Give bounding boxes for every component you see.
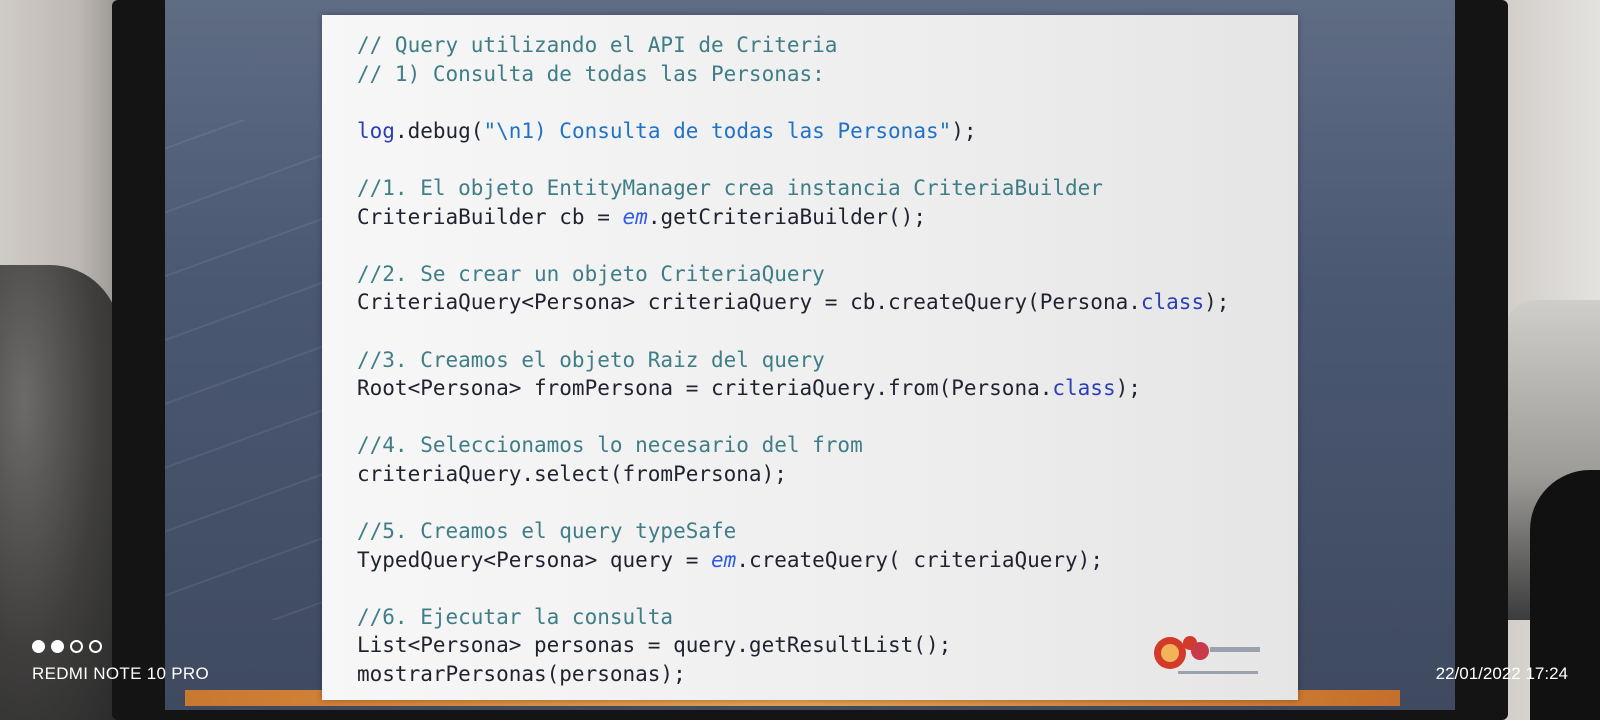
code-call-end: ); xyxy=(951,118,977,143)
code-line: //2. Se crear un objeto CriteriaQuery xyxy=(357,260,1278,289)
camera-model-label: REDMI NOTE 10 PRO xyxy=(32,664,210,683)
dot-icon xyxy=(70,640,83,653)
code-comment: // 1) Consulta de todas las Personas: xyxy=(357,61,825,86)
code-slide: // Query utilizando el API de Criteria //… xyxy=(322,15,1298,700)
code-comment: //2. Se crear un objeto CriteriaQuery xyxy=(357,261,825,286)
code-comment: // Query utilizando el API de Criteria xyxy=(357,33,838,57)
code-statement: criteriaQuery.select(fromPersona); xyxy=(357,461,787,486)
code-call-end: ); xyxy=(1204,290,1230,315)
mentoring-logo-icon xyxy=(1154,636,1260,674)
code-keyword: class xyxy=(1052,376,1116,401)
code-line: // Query utilizando el API de Criteria xyxy=(357,31,1278,60)
code-block: // Query utilizando el API de Criteria //… xyxy=(357,31,1278,689)
dot-icon xyxy=(89,640,102,653)
code-field: em xyxy=(711,547,737,572)
code-line: mostrarPersonas(personas); xyxy=(357,660,1278,689)
code-call: .createQuery( criteriaQuery); xyxy=(736,547,1103,572)
code-field: em xyxy=(622,204,648,229)
camera-datetime-label: 22/01/2022 17:24 xyxy=(1435,664,1568,683)
code-statement: TypedQuery<Persona> query = xyxy=(357,547,712,572)
code-call: .debug( xyxy=(394,118,484,143)
code-string: "\n1) Consulta de todas las Personas" xyxy=(483,118,952,143)
dot-icon xyxy=(32,640,45,653)
code-line: //4. Seleccionamos lo necesario del from xyxy=(357,431,1278,460)
code-line: // 1) Consulta de todas las Personas: xyxy=(357,60,1278,89)
code-call: .getCriteriaBuilder(); xyxy=(647,204,926,229)
code-keyword: class xyxy=(1140,290,1205,315)
code-line: //5. Creamos el query typeSafe xyxy=(357,517,1278,546)
code-line: List<Persona> personas = query.getResult… xyxy=(357,631,1278,660)
code-identifier: log xyxy=(357,118,395,143)
code-comment: //4. Seleccionamos lo necesario del from xyxy=(357,433,863,458)
code-statement: List<Persona> personas = query.getResult… xyxy=(357,633,952,658)
dot-icon xyxy=(51,640,64,653)
code-statement: mostrarPersonas(personas); xyxy=(357,662,686,687)
code-comment: //5. Creamos el query typeSafe xyxy=(357,519,737,544)
code-comment: //3. Creamos el objeto Raiz del query xyxy=(357,347,825,372)
code-line: Root<Persona> fromPersona = criteriaQuer… xyxy=(357,374,1278,403)
code-line: //3. Creamos el objeto Raiz del query xyxy=(357,346,1278,375)
code-line: //1. El objeto EntityManager crea instan… xyxy=(357,174,1278,203)
code-comment: //1. El objeto EntityManager crea instan… xyxy=(357,175,1103,200)
code-line: CriteriaBuilder cb = em.getCriteriaBuild… xyxy=(357,203,1278,232)
code-line: criteriaQuery.select(fromPersona); xyxy=(357,460,1278,489)
code-statement: CriteriaBuilder cb = xyxy=(357,204,623,229)
code-call-end: ); xyxy=(1115,376,1141,401)
camera-watermark-dots xyxy=(32,640,102,653)
code-line: CriteriaQuery<Persona> criteriaQuery = c… xyxy=(357,288,1278,317)
code-line: log.debug("\n1) Consulta de todas las Pe… xyxy=(357,117,1278,146)
code-line: //6. Ejecutar la consulta xyxy=(357,603,1278,632)
code-comment: //6. Ejecutar la consulta xyxy=(357,604,674,629)
code-line: TypedQuery<Persona> query = em.createQue… xyxy=(357,546,1278,575)
code-statement: Root<Persona> fromPersona = criteriaQuer… xyxy=(357,376,1053,401)
code-statement: CriteriaQuery<Persona> criteriaQuery = c… xyxy=(357,290,1141,315)
